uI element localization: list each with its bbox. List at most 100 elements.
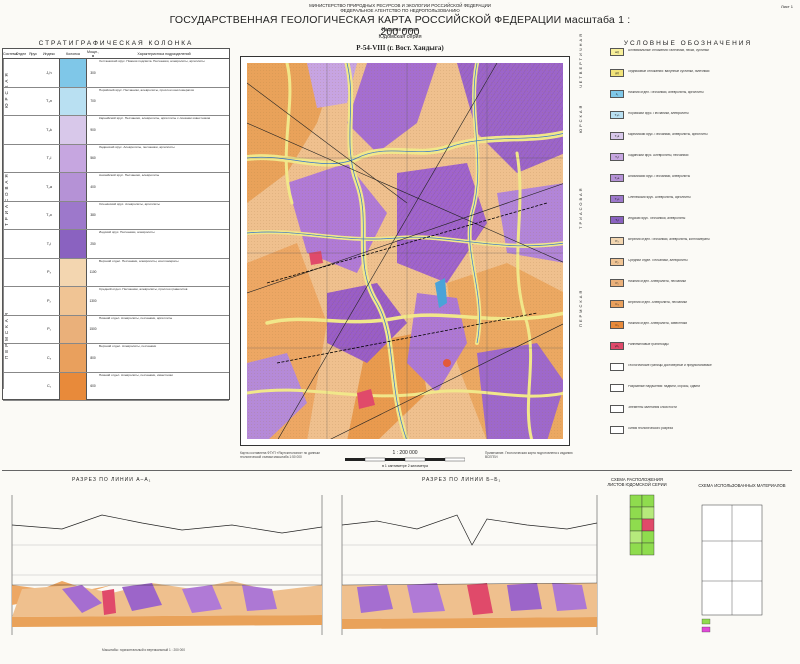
strat-row: P₂ 1300 Средний отдел. Песчаники, алевроли…: [3, 287, 229, 316]
strat-description: Ладинский ярус. Алевролиты, песчаники, а…: [99, 145, 175, 149]
legend-item: J₁ Нижний отдел. Песчаники, алевролиты, а…: [578, 90, 798, 99]
strat-thickness: 250: [90, 241, 96, 246]
legend-swatch: T₃n: [610, 111, 624, 119]
col-header: Ярус: [28, 51, 38, 56]
strat-row: T₃n 700 Норийский ярус. Песчаники, алеврол…: [3, 87, 229, 116]
strat-lithology-swatch: [59, 258, 87, 286]
strat-description: Индский ярус. Песчаники, алевролиты: [99, 231, 155, 234]
scale-subtitle: в 1 сантиметре 2 километра: [382, 464, 428, 468]
strat-lithology-swatch: [59, 287, 87, 315]
legend-swatch: P₃: [610, 237, 624, 245]
legend-item: P₂ Средний отдел. Песчаники, алевролиты: [578, 258, 798, 267]
legend-item: T₃n Норийский ярус. Песчаники, алевролиты: [578, 111, 798, 120]
sheet-id: P-54-VIII (г. Вост. Хандыга): [356, 44, 444, 52]
section-title-b: РАЗРЕЗ ПО ЛИНИИ Б–Б₁: [422, 477, 502, 483]
legend-item: P₁ Нижний отдел. Алевролиты, песчаники: [578, 279, 798, 288]
strat-header: Система Отдел Ярус Индекс Колонка Мощн.,…: [3, 49, 229, 59]
legend-swatch: [610, 426, 624, 434]
strat-description: Анизийский ярус. Песчаники, алевролиты: [99, 174, 160, 177]
legend-text: Оленёкский ярус. Алевролиты, аргиллиты: [628, 196, 691, 199]
strat-row: T₁o 380 Оленёкский ярус. Алевролиты, аргил…: [3, 201, 229, 230]
strat-description: Средний отдел. Песчаники, алевролиты, пр…: [99, 288, 188, 291]
strat-lithology-swatch: [59, 201, 87, 229]
legend-item: γK₁ Раннемеловые гранитоиды: [578, 342, 798, 351]
strat-lithology-swatch: [59, 372, 87, 400]
legend-swatch: P₂: [610, 258, 624, 266]
legend-item: T₂a Анизийский ярус. Песчаники, алевролит…: [578, 174, 798, 183]
strat-index: P₂: [46, 298, 51, 303]
legend-title: УСЛОВНЫЕ ОБОЗНАЧЕНИЯ: [623, 40, 753, 47]
strat-index: C₃: [46, 355, 52, 360]
strat-rows: J₁h 300 Хеттанжский ярус. Нижняя подсвита.…: [3, 59, 229, 401]
index-map-title: СХЕМА РАСПОЛОЖЕНИЯ ЛИСТОВ ЮДОМСКОЙ СЕРИИ: [607, 477, 667, 487]
col-header: Система: [3, 51, 18, 56]
legend-item: Линия геологического разреза: [578, 426, 798, 435]
strat-thickness: 700: [90, 99, 96, 104]
strat-index: T₁o: [46, 213, 52, 218]
geological-map[interactable]: [240, 56, 570, 446]
strat-row: T₃k 900 Карнийский ярус. Песчаники, алевро…: [3, 116, 229, 145]
legend-swatch: C₃: [610, 300, 624, 308]
index-map: [629, 494, 655, 556]
strat-index: P₃: [46, 270, 52, 275]
strat-row: T₂a 400 Анизийский ярус. Песчаники, алевро…: [3, 173, 229, 202]
legend-text: Анизийский ярус. Песчаники, алевролиты: [628, 175, 691, 178]
strat-description: Верхний отдел. Алевролиты, песчаники: [99, 345, 157, 348]
legend-text: Верхний отдел. Алевролиты, песчаники: [628, 301, 687, 304]
legend-item: Разрывные нарушения: надвиги, сбросы, сд…: [578, 384, 798, 393]
strat-index: T₂l: [46, 156, 52, 161]
scale-label: 1 : 200 000: [392, 450, 418, 456]
strat-index: T₂a: [46, 184, 52, 189]
scale-bar: [345, 457, 465, 462]
strat-thickness: 300: [90, 70, 96, 75]
strat-lithology-swatch: [59, 116, 87, 144]
strat-thickness: 1300: [89, 298, 97, 303]
strat-row: T₂l 560 Ладинский ярус. Алевролиты, песчан…: [3, 144, 229, 173]
strat-thickness: 900: [90, 127, 96, 132]
strat-row: C₃ 800 Верхний отдел. Алевролиты, песчаник…: [3, 344, 229, 373]
strat-row: P₁ 1500 Нижний отдел. Алевролиты, песчаник…: [3, 315, 229, 344]
strat-thickness: 560: [90, 156, 96, 161]
legend: ЧЕТВЕРТИЧНАЯ ЮРСКАЯ ТРИАСОВАЯ ПЕРМСКАЯ a…: [578, 32, 798, 458]
stratigraphic-column: Система Отдел Ярус Индекс Колонка Мощн.,…: [2, 48, 230, 401]
legend-text: Норийский ярус. Песчаники, алевролиты: [628, 112, 689, 115]
legend-swatch: gQ: [610, 69, 624, 77]
legend-text: Геологические границы достоверные и пред…: [628, 364, 712, 367]
strat-description: Нижний отдел. Алевролиты, песчаники, арг…: [99, 316, 173, 320]
map-notes-left: Карта составлена ФГУП «Якутскгеология» п…: [240, 451, 320, 459]
section-a-profile: [11, 495, 323, 635]
strat-lithology-swatch: [59, 230, 87, 258]
legend-swatch: T₁o: [610, 195, 624, 203]
col-header: Колонка: [66, 51, 80, 56]
strat-row: J₁h 300 Хеттанжский ярус. Нижняя подсвита.…: [3, 59, 229, 88]
legend-item: T₁i Индский ярус. Песчаники, алевролиты: [578, 216, 798, 225]
legend-text: Разрывные нарушения: надвиги, сбросы, сд…: [628, 385, 700, 388]
strat-description: Норийский ярус. Песчаники, алевролиты, п…: [99, 88, 194, 92]
section-title-a: РАЗРЕЗ ПО ЛИНИИ А–А₁: [72, 477, 152, 483]
strat-description: Нижний отдел. Алевролиты, песчаники, изв…: [99, 373, 173, 377]
strat-thickness: 1100: [89, 270, 97, 275]
legend-swatch: J₁: [610, 90, 624, 98]
map-canvas[interactable]: [247, 63, 563, 439]
legend-item: T₂l Ладинский ярус. Алевролиты, песчаники: [578, 153, 798, 162]
legend-text: Нижний отдел. Алевролиты, известняки: [628, 322, 688, 325]
materials-scheme-title: СХЕМА ИСПОЛЬЗОВАННЫХ МАТЕРИАЛОВ: [698, 483, 786, 488]
legend-text: Ладинский ярус. Алевролиты, песчаники: [628, 154, 689, 157]
strat-description: Хеттанжский ярус. Нижняя подсвита. Песча…: [99, 60, 205, 63]
map-scale: 1 : 200 000 в 1 сантиметре 2 километра: [330, 450, 480, 468]
strat-index: C₁: [46, 384, 52, 389]
strat-row: T₁i 250 Индский ярус. Песчаники, алевролит…: [3, 230, 229, 259]
strat-index: T₁i: [46, 241, 52, 246]
strat-lithology-swatch: [59, 344, 87, 372]
cross-sections: РАЗРЕЗ ПО ЛИНИИ А–А₁ РАЗРЕЗ ПО ЛИНИИ Б–Б…: [2, 470, 792, 660]
strat-description: Верхний отдел. Песчаники, алевролиты, ко…: [99, 259, 179, 263]
legend-text: Ледниковые отложения: валунные суглинки,…: [628, 70, 710, 73]
legend-swatch: γK₁: [610, 342, 624, 350]
col-header: Характеристика подразделений: [137, 51, 191, 56]
strat-description: Карнийский ярус. Песчаники, алевролиты, …: [99, 117, 211, 120]
legend-swatch: T₂l: [610, 153, 624, 161]
strat-index: P₁: [47, 327, 51, 332]
agency-line: ФЕДЕРАЛЬНОЕ АГЕНТСТВО ПО НЕДРОПОЛЬЗОВАНИ…: [340, 8, 460, 13]
strat-index: J₁h: [46, 70, 52, 75]
legend-text: Нижний отдел. Алевролиты, песчаники: [628, 280, 686, 283]
